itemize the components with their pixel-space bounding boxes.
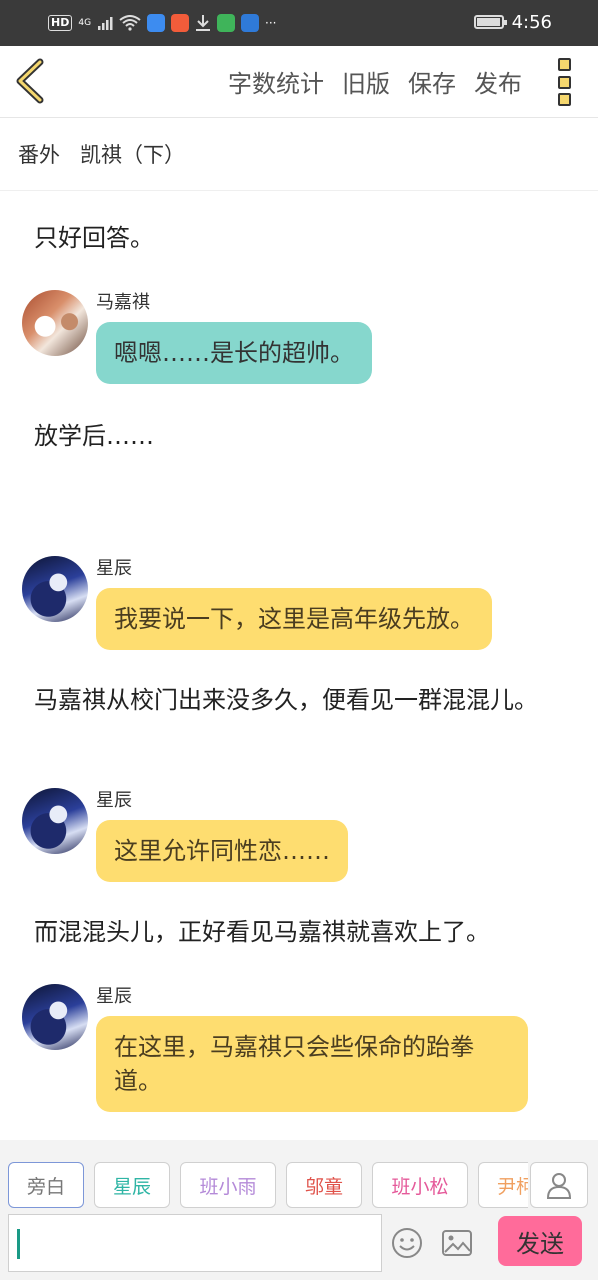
chat-message[interactable]: 马嘉祺 嗯嗯……是长的超帅。 [22,290,582,390]
hotspot-app-icon [241,14,260,32]
narration-text[interactable]: 放学后…… [34,418,554,454]
toolbar-actions: 字数统计 旧版 保存 发布 [228,64,522,99]
speaker-name: 星辰 [96,986,132,1007]
character-chip-narrator[interactable]: 旁白 [8,1162,84,1208]
status-right: 4:56 [473,10,552,34]
smiley-icon [392,1228,422,1258]
message-bubble: 嗯嗯……是长的超帅。 [96,322,372,384]
speaker-name: 星辰 [96,558,132,579]
story-content[interactable]: 只好回答。 马嘉祺 嗯嗯……是长的超帅。 放学后…… 星辰 我要说一下，这里是高… [0,192,598,1140]
wifi-icon [119,15,141,31]
status-bar: HD 4G ··· 4:56 [0,0,598,46]
chapter-label: 番外 [18,143,60,167]
more-dot-icon [558,58,571,71]
character-chip-wu-tong[interactable]: 邬童 [286,1162,362,1208]
narration-text[interactable]: 而混混头儿，正好看见马嘉祺就喜欢上了。 [34,914,554,950]
insert-image-button[interactable] [440,1226,474,1260]
narration-text[interactable]: 马嘉祺从校门出来没多久，便看见一群混混儿。 [34,682,554,718]
message-bubble: 我要说一下，这里是高年级先放。 [96,588,492,650]
speaker-name: 马嘉祺 [96,292,150,313]
person-icon [546,1173,572,1199]
chapter-header[interactable]: 番外 凯祺（下） [0,118,598,191]
narration-text[interactable]: 只好回答。 [34,220,554,256]
image-icon [442,1230,472,1256]
chat-message[interactable]: 星辰 这里允许同性恋…… [22,788,582,888]
emoji-button[interactable] [390,1226,424,1260]
avatar [22,788,88,854]
save-button[interactable]: 保存 [408,64,456,99]
more-dot-icon [558,75,571,89]
more-menu-button[interactable] [558,58,574,106]
old-version-button[interactable]: 旧版 [342,64,390,99]
more-notifications: ··· [265,16,277,30]
editor-toolbar: 字数统计 旧版 保存 发布 [0,46,598,118]
message-bubble: 这里允许同性恋…… [96,820,348,882]
character-chip-xingchen[interactable]: 星辰 [94,1162,170,1208]
status-icons: HD 4G ··· [48,12,277,34]
more-dot-icon [558,93,571,106]
video-app-icon [171,14,190,32]
text-cursor [17,1229,20,1259]
character-chip-ban-xiaosong[interactable]: 班小松 [372,1162,468,1208]
message-bubble: 在这里，马嘉祺只会些保命的跆拳道。 [96,1016,528,1112]
word-count-button[interactable]: 字数统计 [228,64,324,99]
avatar [22,984,88,1050]
speaker-name: 星辰 [96,790,132,811]
publish-button[interactable]: 发布 [474,64,522,99]
character-chip-yin-ke[interactable]: 尹柯 [478,1162,528,1208]
manage-characters-button[interactable] [530,1162,588,1208]
back-button[interactable] [12,58,52,104]
character-chip-ban-xiaoyu[interactable]: 班小雨 [180,1162,276,1208]
reader-app-icon [217,14,236,32]
avatar [22,290,88,356]
character-selector: 旁白 星辰 班小雨 邬童 班小松 尹柯 [8,1162,528,1208]
battery-icon [473,15,507,29]
send-button[interactable]: 发送 [498,1216,582,1266]
chapter-title: 凯祺（下） [80,143,185,167]
chat-message[interactable]: 星辰 我要说一下，这里是高年级先放。 [22,556,582,656]
chat-message[interactable]: 星辰 在这里，马嘉祺只会些保命的跆拳道。 [22,984,582,1124]
back-arrow-icon [16,58,44,104]
app-notification-icon [147,14,166,32]
composer-panel: 旁白 星辰 班小雨 邬童 班小松 尹柯 发送 [0,1140,598,1280]
message-input[interactable] [8,1214,382,1272]
avatar [22,556,88,622]
download-icon [196,15,211,31]
network-type: 4G [78,18,92,28]
clock: 4:56 [511,11,552,33]
hd-indicator: HD [48,15,73,31]
signal-icon [98,17,113,30]
